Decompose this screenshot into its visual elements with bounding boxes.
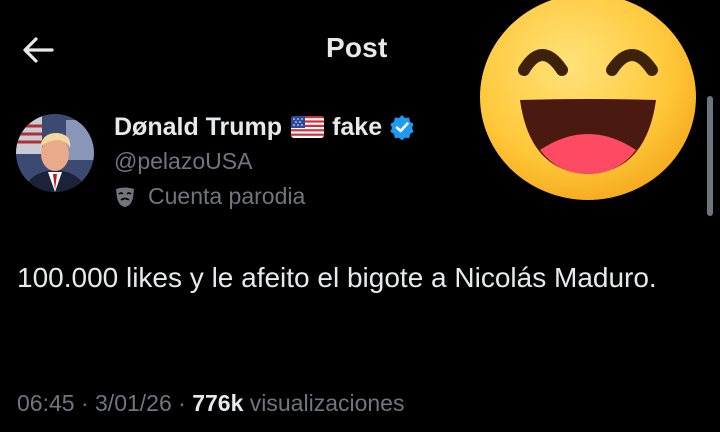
author-handle[interactable]: @pelazoUSA <box>114 148 415 175</box>
views-count[interactable]: 776k <box>192 390 243 416</box>
parody-account-label: Cuenta parodia <box>148 183 306 209</box>
author-name-row: Dønald Trump fake <box>114 110 415 144</box>
verified-badge-icon[interactable] <box>389 114 415 141</box>
name-suffix: fake <box>332 112 383 141</box>
grinning-face-emoji <box>480 0 696 200</box>
scrollbar[interactable] <box>707 96 713 216</box>
avatar[interactable] <box>16 114 94 192</box>
author-name[interactable]: Dønald Trump <box>114 113 282 142</box>
us-flag-icon <box>291 116 325 138</box>
author-block: Dønald Trump fake @pelazoUSA Cuenta paro… <box>114 110 415 210</box>
tweet-meta: 06:45 · 3/01/26 · 776k visualizaciones <box>17 390 405 416</box>
arrow-left-icon <box>23 37 54 63</box>
theater-mask-icon <box>116 187 134 207</box>
tweet-date[interactable]: 3/01/26 <box>95 390 172 416</box>
tweet-text: 100.000 likes y le afeito el bigote a Ni… <box>17 262 657 293</box>
parody-label-row: Cuenta parodia <box>114 183 415 210</box>
back-button[interactable] <box>18 30 58 70</box>
views-label: visualizaciones <box>249 390 405 416</box>
tweet-time[interactable]: 06:45 <box>17 390 75 416</box>
page-title: Post <box>326 32 388 63</box>
